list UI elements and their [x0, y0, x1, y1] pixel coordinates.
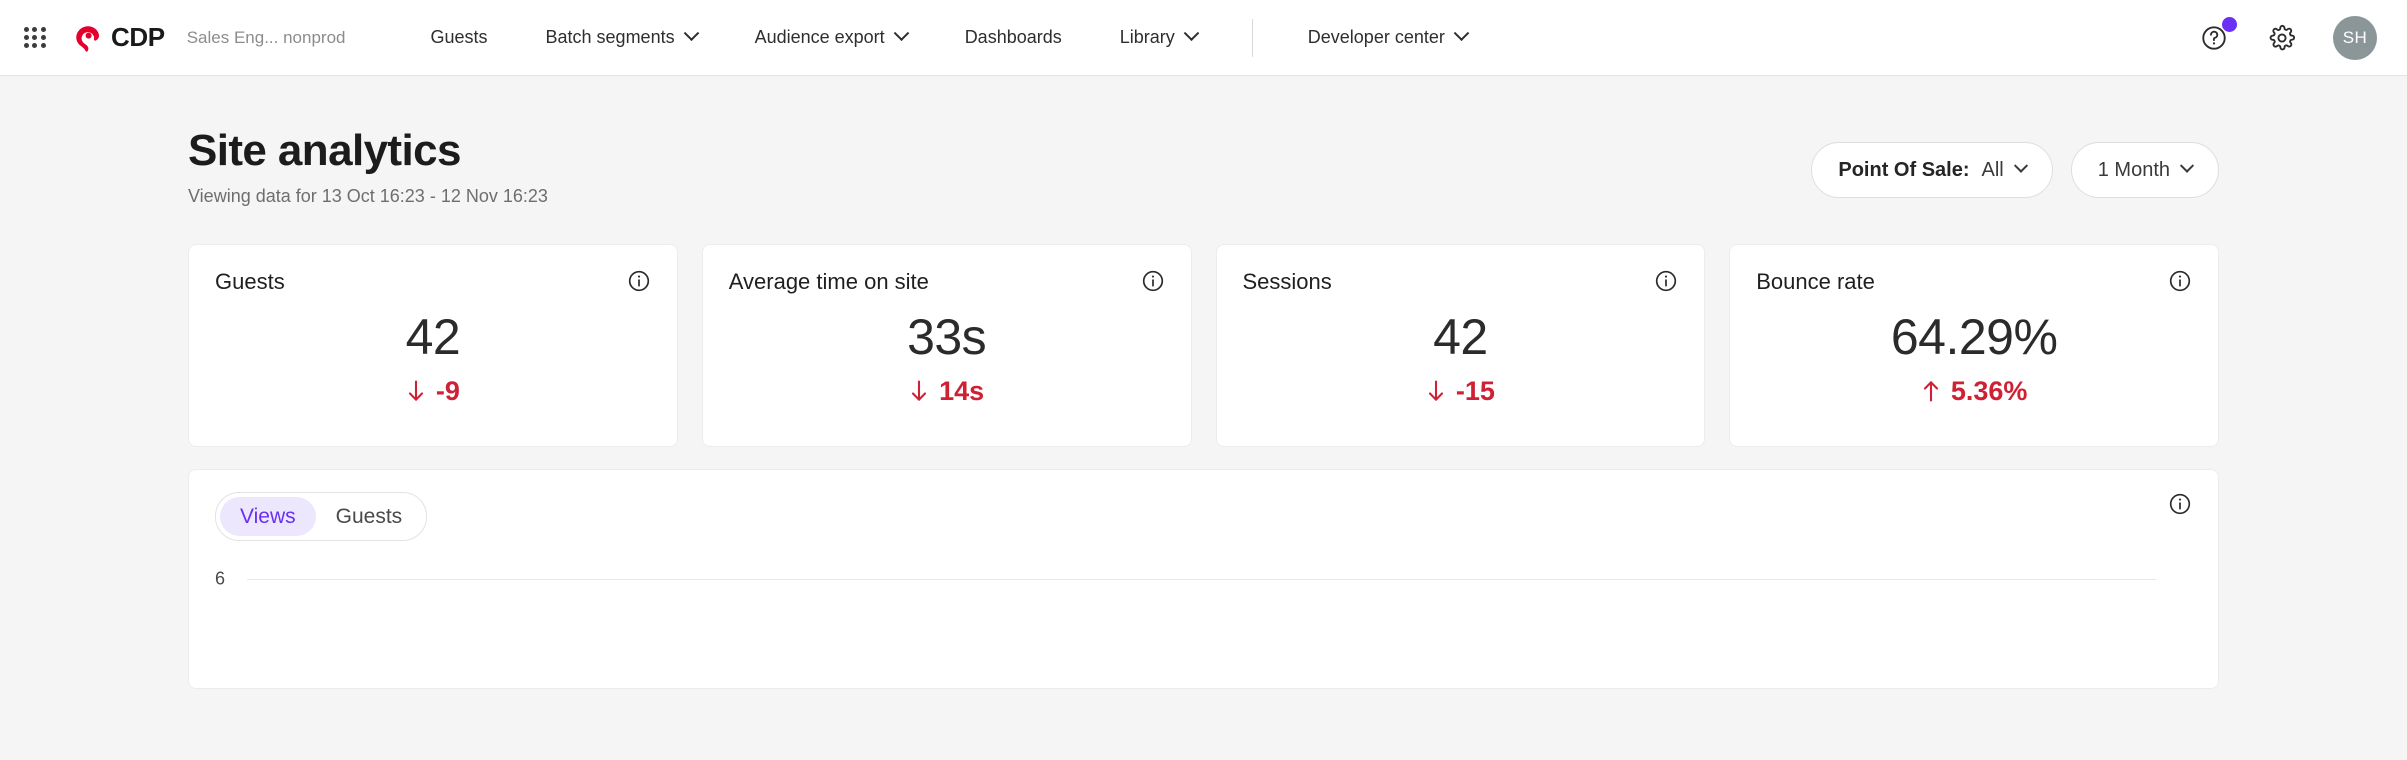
metric-value: 42: [215, 312, 651, 362]
chevron-down-icon: [1184, 25, 1200, 41]
metric-value: 33s: [729, 312, 1165, 362]
metric-delta: 14s: [729, 377, 1165, 405]
metric-delta-value: -15: [1456, 378, 1495, 405]
tab-views[interactable]: Views: [220, 497, 316, 536]
arrow-down-icon: [406, 377, 426, 405]
apps-dot: [41, 35, 46, 40]
chevron-down-icon: [683, 25, 699, 41]
chart-panel: Views Guests 6: [188, 469, 2219, 689]
metric-card-title: Guests: [215, 269, 285, 295]
date-range-filter-value: 1 Month: [2098, 159, 2170, 182]
arrow-up-icon: [1921, 377, 1941, 405]
apps-dot: [32, 43, 37, 48]
apps-dot: [41, 43, 46, 48]
metric-card-header: Guests: [215, 269, 651, 295]
metric-card-sessions: Sessions 42 -15: [1216, 244, 1706, 447]
apps-dot: [41, 27, 46, 32]
y-axis-tick-label: 6: [215, 569, 225, 590]
chart-panel-header: Views Guests: [215, 492, 2192, 541]
metric-delta: -15: [1243, 377, 1679, 405]
metric-delta-value: -9: [436, 378, 460, 405]
metric-delta: 5.36%: [1756, 377, 2192, 405]
metric-card-title: Bounce rate: [1756, 269, 1875, 295]
nav-divider: [1252, 19, 1253, 57]
nav-item-label: Batch segments: [546, 27, 675, 48]
nav-item-dashboards[interactable]: Dashboards: [936, 0, 1091, 75]
point-of-sale-filter[interactable]: Point Of Sale: All: [1811, 142, 2052, 198]
chart-gridline: [247, 579, 2156, 580]
gear-icon[interactable]: [2265, 21, 2299, 55]
metric-value: 64.29%: [1756, 312, 2192, 362]
avatar-initials: SH: [2343, 28, 2367, 48]
metric-card-average-time-on-site: Average time on site 33s: [702, 244, 1192, 447]
metric-card-header: Sessions: [1243, 269, 1679, 295]
info-circle-icon[interactable]: [1654, 269, 1678, 293]
info-circle-icon[interactable]: [2168, 269, 2192, 293]
nav-item-label: Audience export: [755, 27, 885, 48]
apps-dot: [24, 35, 29, 40]
nav-item-developer-center[interactable]: Developer center: [1279, 0, 1496, 75]
nav-item-label: Developer center: [1308, 27, 1445, 48]
metric-card-body: 42 -9: [215, 312, 651, 405]
arrow-down-icon: [1426, 377, 1446, 405]
nav-item-batch-segments[interactable]: Batch segments: [517, 0, 726, 75]
metric-card-header: Bounce rate: [1756, 269, 2192, 295]
info-circle-icon[interactable]: [2168, 492, 2192, 516]
arrow-down-icon: [909, 377, 929, 405]
metric-card-body: 42 -15: [1243, 312, 1679, 405]
point-of-sale-filter-value: All: [1982, 159, 2004, 182]
chart-series-toggle: Views Guests: [215, 492, 427, 541]
apps-grid-icon[interactable]: [20, 23, 50, 53]
nav-item-label: Guests: [430, 27, 487, 48]
apps-dot: [24, 43, 29, 48]
metric-card-body: 33s 14s: [729, 312, 1165, 405]
brand-logo[interactable]: CDP: [74, 22, 165, 53]
filter-bar: Point Of Sale: All 1 Month: [1811, 128, 2219, 198]
date-range-filter[interactable]: 1 Month: [2071, 142, 2219, 198]
metric-card-guests: Guests 42 -9: [188, 244, 678, 447]
chevron-down-icon: [893, 25, 909, 41]
tenant-name[interactable]: Sales Eng... nonprod: [187, 28, 346, 48]
page-title: Site analytics: [188, 128, 548, 174]
help-circle-icon[interactable]: [2197, 21, 2231, 55]
metric-value: 42: [1243, 312, 1679, 362]
apps-dot: [32, 35, 37, 40]
brand-name: CDP: [111, 22, 165, 53]
info-circle-icon[interactable]: [627, 269, 651, 293]
chevron-down-icon: [2180, 159, 2194, 173]
primary-nav-links: Guests Batch segments Audience export Da…: [401, 0, 1495, 75]
apps-dot: [32, 27, 37, 32]
avatar[interactable]: SH: [2333, 16, 2377, 60]
metric-delta-value: 14s: [939, 378, 984, 405]
info-circle-icon[interactable]: [1141, 269, 1165, 293]
metric-delta-value: 5.36%: [1951, 378, 2028, 405]
page-title-block: Site analytics Viewing data for 13 Oct 1…: [188, 128, 548, 207]
nav-item-guests[interactable]: Guests: [401, 0, 516, 75]
metric-delta: -9: [215, 377, 651, 405]
top-navigation-bar: CDP Sales Eng... nonprod Guests Batch se…: [0, 0, 2407, 76]
tab-guests[interactable]: Guests: [316, 497, 423, 536]
nav-right-actions: SH: [2197, 16, 2407, 60]
nav-item-library[interactable]: Library: [1091, 0, 1226, 75]
page-header: Site analytics Viewing data for 13 Oct 1…: [188, 76, 2219, 207]
metric-cards-row: Guests 42 -9: [188, 244, 2219, 447]
apps-dot: [24, 27, 29, 32]
nav-item-label: Library: [1120, 27, 1175, 48]
point-of-sale-filter-prefix: Point Of Sale:: [1838, 159, 1969, 182]
page-subtitle: Viewing data for 13 Oct 16:23 - 12 Nov 1…: [188, 186, 548, 207]
notification-dot: [2222, 17, 2237, 32]
metric-card-title: Sessions: [1243, 269, 1332, 295]
cdp-logo-icon: [74, 24, 102, 52]
metric-card-body: 64.29% 5.36%: [1756, 312, 2192, 405]
metric-card-bounce-rate: Bounce rate 64.29%: [1729, 244, 2219, 447]
metric-card-header: Average time on site: [729, 269, 1165, 295]
nav-item-audience-export[interactable]: Audience export: [726, 0, 936, 75]
metric-card-title: Average time on site: [729, 269, 929, 295]
nav-item-label: Dashboards: [965, 27, 1062, 48]
page-content: Site analytics Viewing data for 13 Oct 1…: [0, 76, 2407, 760]
chevron-down-icon: [1454, 25, 1470, 41]
chevron-down-icon: [2014, 159, 2028, 173]
chart-plot-area: 6: [215, 579, 2192, 669]
